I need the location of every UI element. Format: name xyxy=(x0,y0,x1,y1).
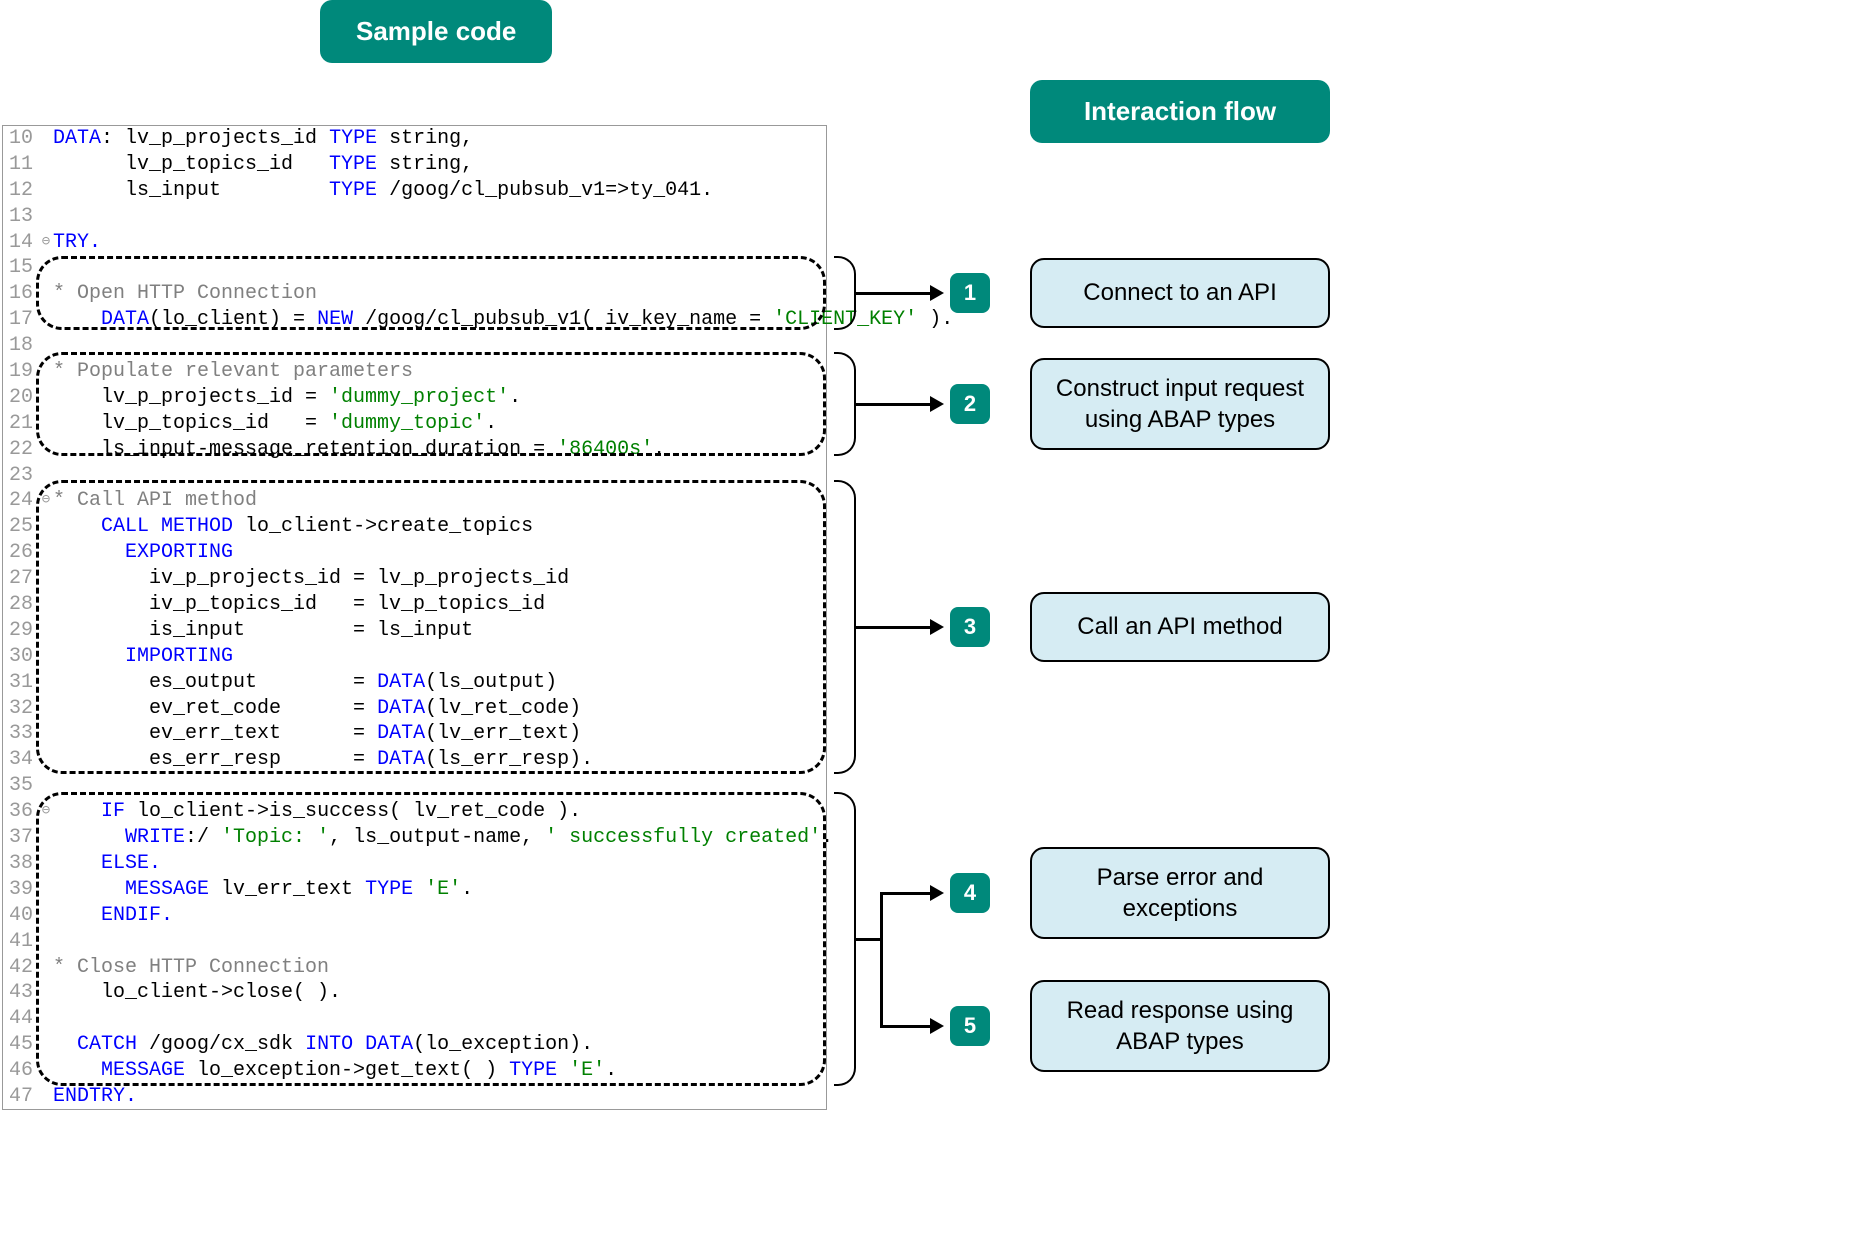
line-number: 25 xyxy=(3,514,39,540)
line-number: 42 xyxy=(3,955,39,981)
line-number: 32 xyxy=(3,696,39,722)
line-number: 17 xyxy=(3,307,39,333)
line-number: 41 xyxy=(3,929,39,955)
arrow-line xyxy=(856,626,930,629)
flow-box-1: Connect to an API xyxy=(1030,258,1330,328)
flow-step-number-1: 1 xyxy=(950,273,990,313)
line-number: 28 xyxy=(3,592,39,618)
flow-box-5: Read response using ABAP types xyxy=(1030,980,1330,1072)
line-number: 14 xyxy=(3,230,39,256)
flow-box-3: Call an API method xyxy=(1030,592,1330,662)
arrow-head-icon xyxy=(930,619,944,635)
arrow-line xyxy=(880,1025,930,1028)
fold-icon[interactable]: ⊖ xyxy=(39,230,53,256)
flow-step-number-3: 3 xyxy=(950,607,990,647)
flow-box-label: Connect to an API xyxy=(1083,277,1276,308)
line-number: 40 xyxy=(3,903,39,929)
line-number: 15 xyxy=(3,255,39,281)
line-number: 19 xyxy=(3,359,39,385)
line-number: 33 xyxy=(3,721,39,747)
flow-step-number-2: 2 xyxy=(950,384,990,424)
flow-step-number-5: 5 xyxy=(950,1006,990,1046)
bracket-3 xyxy=(834,480,856,774)
flow-box-label: Parse error and exceptions xyxy=(1040,862,1320,924)
line-number: 26 xyxy=(3,540,39,566)
flow-box-label: Call an API method xyxy=(1077,611,1282,642)
flow-box-label: Construct input request using ABAP types xyxy=(1040,373,1320,435)
line-number: 45 xyxy=(3,1032,39,1058)
bracket-2 xyxy=(834,352,856,456)
line-number: 12 xyxy=(3,178,39,204)
line-number: 23 xyxy=(3,463,39,489)
flow-step-number-4: 4 xyxy=(950,873,990,913)
code-group-2 xyxy=(36,352,826,456)
code-group-4 xyxy=(36,792,826,1086)
line-number: 44 xyxy=(3,1006,39,1032)
bracket-1 xyxy=(834,256,856,330)
flow-box-2: Construct input request using ABAP types xyxy=(1030,358,1330,450)
line-number: 39 xyxy=(3,877,39,903)
line-number: 36 xyxy=(3,799,39,825)
line-number: 43 xyxy=(3,980,39,1006)
arrow-line xyxy=(880,893,883,1027)
line-number: 31 xyxy=(3,670,39,696)
arrow-head-icon xyxy=(930,396,944,412)
arrow-head-icon xyxy=(930,885,944,901)
line-number: 35 xyxy=(3,773,39,799)
line-number: 11 xyxy=(3,152,39,178)
line-number: 34 xyxy=(3,747,39,773)
line-number: 16 xyxy=(3,281,39,307)
flow-box-label: Read response using ABAP types xyxy=(1040,995,1320,1057)
line-number: 22 xyxy=(3,437,39,463)
code-group-3 xyxy=(36,480,826,774)
flow-box-4: Parse error and exceptions xyxy=(1030,847,1330,939)
bracket-4 xyxy=(834,792,856,1086)
line-number: 47 xyxy=(3,1084,39,1110)
line-number: 18 xyxy=(3,333,39,359)
line-number: 29 xyxy=(3,618,39,644)
line-number: 21 xyxy=(3,411,39,437)
line-number: 10 xyxy=(3,126,39,152)
arrow-head-icon xyxy=(930,1018,944,1034)
line-number: 27 xyxy=(3,566,39,592)
line-number: 20 xyxy=(3,385,39,411)
code-group-1 xyxy=(36,256,826,330)
arrow-head-icon xyxy=(930,285,944,301)
sample-code-badge: Sample code xyxy=(320,0,552,63)
interaction-flow-badge: Interaction flow xyxy=(1030,80,1330,143)
line-number: 38 xyxy=(3,851,39,877)
arrow-line xyxy=(856,938,882,941)
arrow-line xyxy=(856,292,930,295)
line-number: 24 xyxy=(3,488,39,514)
line-number: 37 xyxy=(3,825,39,851)
arrow-line xyxy=(856,403,930,406)
line-number: 30 xyxy=(3,644,39,670)
arrow-line xyxy=(880,892,930,895)
line-number: 46 xyxy=(3,1058,39,1084)
line-number: 13 xyxy=(3,204,39,230)
